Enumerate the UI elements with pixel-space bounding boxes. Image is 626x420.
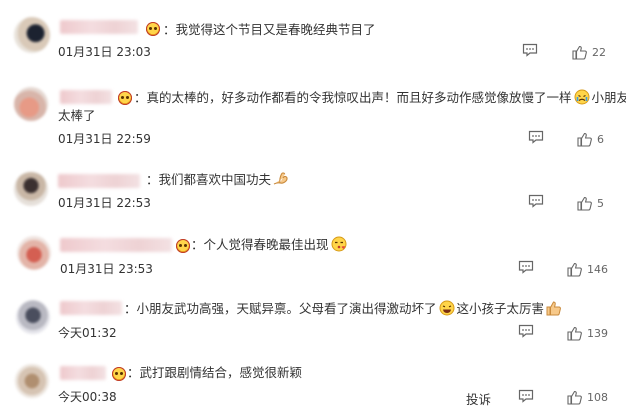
muscle-emoji-icon	[272, 171, 290, 193]
fan-badge-icon	[112, 367, 126, 381]
comment-item: ：个人觉得春晚最佳出现 01月31日 23:53 146	[0, 228, 626, 294]
comment-text-line2: 太棒了	[58, 108, 96, 123]
reply-button[interactable]	[528, 194, 544, 208]
comment-time: 01月31日 23:53	[60, 262, 153, 276]
like-count: 5	[597, 197, 604, 210]
like-button[interactable]: 6	[577, 132, 604, 147]
comment-text: ：武打跟剧情结合，感觉很新颖	[127, 365, 303, 380]
avatar[interactable]	[14, 17, 50, 53]
comment-time: 今天01:32	[58, 326, 117, 340]
laughing-emoji-icon	[438, 300, 456, 322]
comment-text: ：真的太棒的，好多动作都看的令我惊叹出声！而且好多动作感觉像放慢了一样 小朋友	[134, 87, 626, 111]
thumbs-up-icon	[567, 326, 582, 341]
reply-button[interactable]	[528, 130, 544, 144]
comment-time: 01月31日 22:59	[58, 132, 151, 146]
comment-icon	[528, 130, 544, 144]
like-count: 139	[587, 327, 608, 340]
kiss-emoji-icon	[330, 236, 348, 258]
fan-badge-icon	[146, 22, 160, 36]
avatar[interactable]	[17, 236, 51, 270]
like-button[interactable]: 108	[567, 390, 608, 405]
username[interactable]	[60, 366, 106, 380]
comment-text: ：我们都喜欢中国功夫	[146, 169, 291, 193]
fan-badge-icon	[118, 91, 132, 105]
comment-text: ：小朋友武功高强，天赋异禀。父母看了演出得激动坏了 这小孩子太厉害	[124, 298, 564, 322]
like-button[interactable]: 5	[577, 196, 604, 211]
like-count: 108	[587, 391, 608, 404]
thumbs-up-icon	[567, 390, 582, 405]
comment-icon	[528, 194, 544, 208]
like-count: 146	[587, 263, 608, 276]
thumbs-up-emoji-icon	[545, 300, 563, 322]
fan-badge-icon	[176, 239, 190, 253]
username[interactable]	[60, 90, 112, 104]
username[interactable]	[60, 301, 122, 315]
username[interactable]	[60, 20, 138, 34]
crying-emoji-icon	[573, 89, 591, 111]
comment-item: ：我觉得这个节目又是春晚经典节目了 01月31日 23:03 22	[0, 0, 626, 70]
like-count: 22	[592, 46, 606, 59]
comment-item: ：小朋友武功高强，天赋异禀。父母看了演出得激动坏了 这小孩子太厉害 今天01:32…	[0, 294, 626, 356]
thumbs-up-icon	[577, 132, 592, 147]
like-button[interactable]: 139	[567, 326, 608, 341]
comment-item: ：真的太棒的，好多动作都看的令我惊叹出声！而且好多动作感觉像放慢了一样 小朋友 太…	[0, 70, 626, 160]
like-count: 6	[597, 133, 604, 146]
comment-time: 今天00:38	[58, 390, 117, 404]
comment-icon	[518, 324, 534, 338]
like-button[interactable]: 22	[572, 45, 606, 60]
thumbs-up-icon	[577, 196, 592, 211]
avatar[interactable]	[14, 172, 48, 206]
username[interactable]	[60, 238, 172, 252]
like-button[interactable]: 146	[567, 262, 608, 277]
thumbs-up-icon	[567, 262, 582, 277]
comment-icon	[522, 43, 538, 57]
comment-icon	[518, 389, 534, 403]
avatar[interactable]	[16, 300, 50, 334]
comment-item: ：武打跟剧情结合，感觉很新颖 今天00:38 投诉 108	[0, 356, 626, 420]
thumbs-up-icon	[572, 45, 587, 60]
reply-button[interactable]	[518, 324, 534, 338]
report-button[interactable]: 投诉	[466, 389, 491, 408]
comment-time: 01月31日 23:03	[58, 45, 151, 59]
username[interactable]	[58, 174, 140, 188]
reply-button[interactable]	[522, 43, 538, 57]
comment-text: ：个人觉得春晚最佳出现	[191, 234, 349, 258]
comment-text: ：我觉得这个节目又是春晚经典节目了	[163, 22, 376, 37]
reply-button[interactable]	[518, 389, 534, 403]
avatar[interactable]	[15, 364, 49, 398]
reply-button[interactable]	[518, 260, 534, 274]
comment-time: 01月31日 22:53	[58, 196, 151, 210]
comment-icon	[518, 260, 534, 274]
comment-item: ：我们都喜欢中国功夫 01月31日 22:53 5	[0, 160, 626, 228]
avatar[interactable]	[14, 87, 48, 121]
